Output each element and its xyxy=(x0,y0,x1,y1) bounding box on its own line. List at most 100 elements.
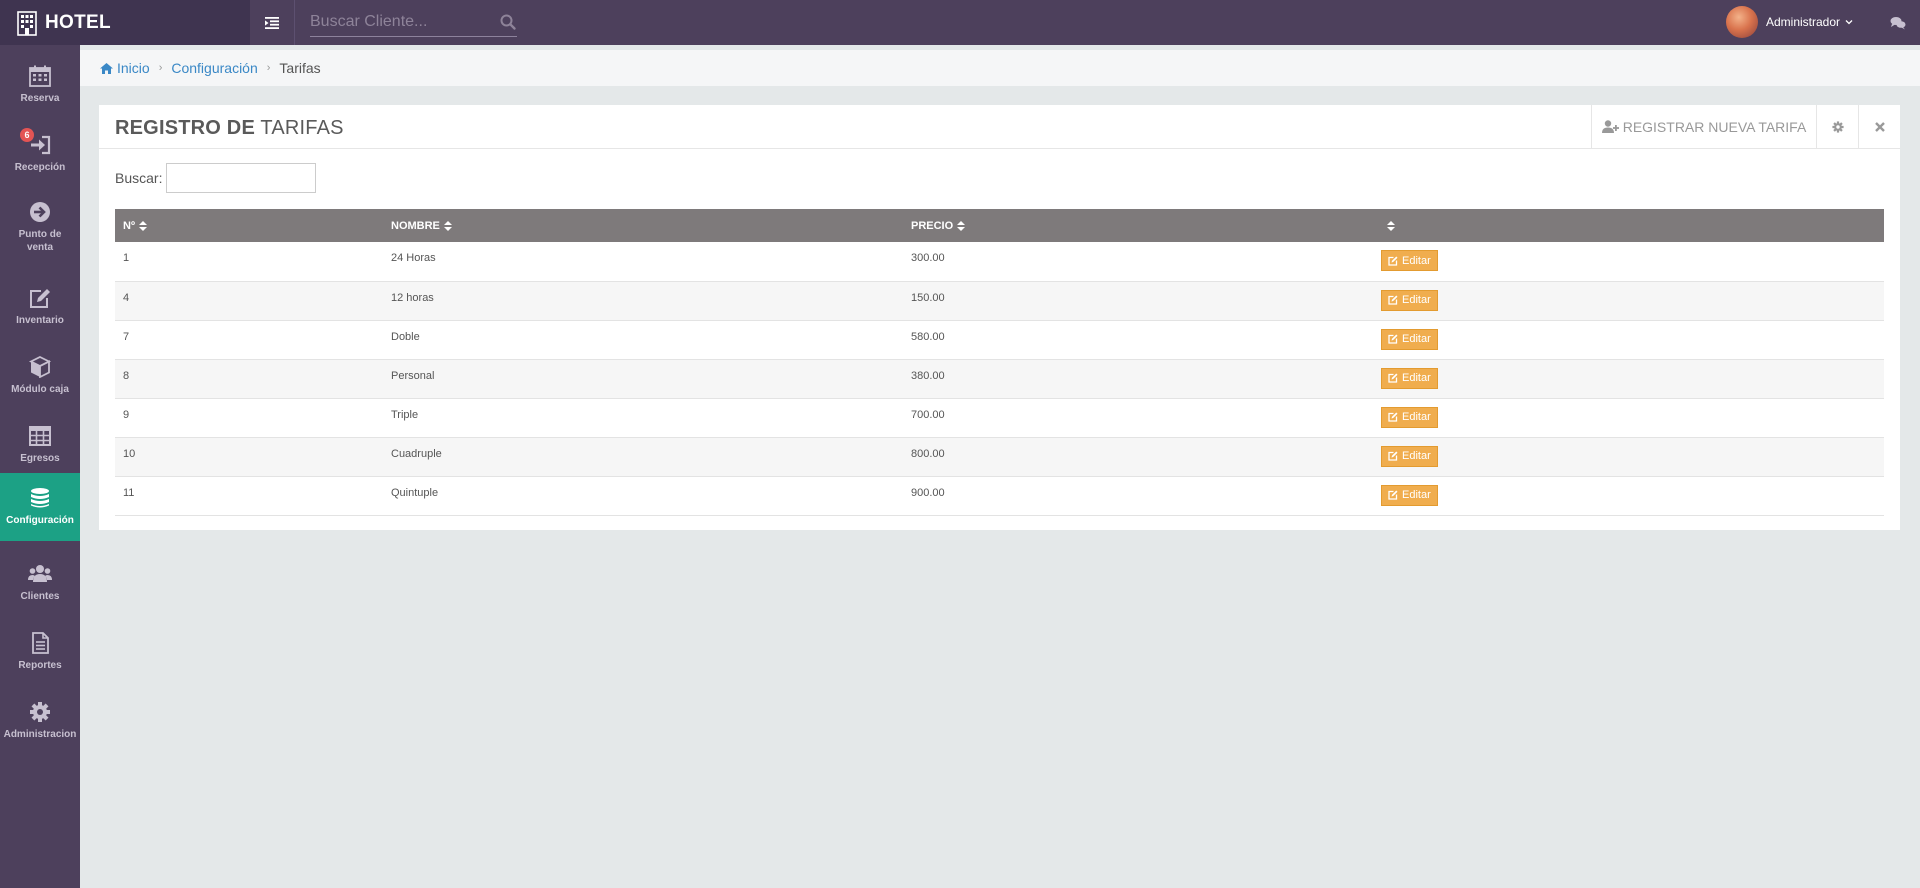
brand[interactable]: HOTEL xyxy=(0,0,250,45)
panel-close-button[interactable] xyxy=(1858,105,1900,148)
table-search-input[interactable] xyxy=(166,163,317,193)
edit-button[interactable]: Editar xyxy=(1381,367,1438,389)
sidebar-item-modulo-caja[interactable]: Módulo caja xyxy=(0,342,80,410)
sidebar-item-label: Configuración xyxy=(6,515,74,526)
sort-icon xyxy=(138,220,147,231)
avatar xyxy=(1726,6,1758,38)
page-title-bold: REGISTRO DE xyxy=(115,117,255,139)
table-row: 11 Quintuple 900.00 Editar xyxy=(115,476,1884,515)
sidebar-item-label: Reportes xyxy=(18,660,62,671)
column-header-precio[interactable]: PRECIO xyxy=(903,209,1375,242)
cell-price: 800.00 xyxy=(911,447,945,460)
sidebar-item-label: Egresos xyxy=(20,453,60,464)
cell-id: 9 xyxy=(123,408,130,421)
file-text-icon xyxy=(32,632,49,654)
table-icon xyxy=(29,426,51,446)
sidebar-item-label: Clientes xyxy=(20,591,60,602)
breadcrumb-home-label: Inicio xyxy=(117,60,150,76)
register-new-rate-button[interactable]: REGISTRAR NUEVA TARIFA xyxy=(1591,105,1816,148)
sidebar-item-clientes[interactable]: Clientes xyxy=(0,549,80,617)
edit-icon xyxy=(1388,412,1398,422)
sidebar-item-configuracion[interactable]: Configuración xyxy=(0,473,80,541)
sidebar-item-egresos[interactable]: Egresos xyxy=(0,411,80,479)
sidebar-item-punto-de-venta[interactable]: Punto de venta xyxy=(0,189,80,265)
edit-button[interactable]: Editar xyxy=(1381,484,1438,506)
cell-id: 7 xyxy=(123,330,130,343)
hotel-building-icon xyxy=(17,10,37,36)
close-icon xyxy=(1874,121,1885,132)
table-row: 1 24 Horas 300.00 Editar xyxy=(115,242,1884,281)
breadcrumb-current: Tarifas xyxy=(279,60,321,76)
user-menu[interactable]: Administrador xyxy=(1726,6,1853,38)
rates-table: Nº NOMBRE PRECIO 1 24 Horas 300.00 Edita… xyxy=(115,209,1884,516)
sidebar-toggle-button[interactable] xyxy=(250,0,295,45)
chat-icon[interactable] xyxy=(1890,16,1906,30)
indent-icon xyxy=(265,16,279,29)
edit-button[interactable]: Editar xyxy=(1381,328,1438,350)
sort-icon xyxy=(1387,220,1395,231)
cell-id: 11 xyxy=(123,486,135,499)
sidebar-item-reserva[interactable]: Reserva xyxy=(0,51,80,119)
edit-icon xyxy=(30,289,50,308)
cell-price: 900.00 xyxy=(911,486,945,499)
column-header-actions[interactable] xyxy=(1375,209,1884,242)
table-row: 10 Cuadruple 800.00 Editar xyxy=(115,437,1884,476)
edit-button[interactable]: Editar xyxy=(1381,250,1438,271)
sidebar-item-inventario[interactable]: Inventario xyxy=(0,273,80,341)
chevron-down-icon xyxy=(1845,20,1853,25)
notification-badge: 6 xyxy=(20,128,34,142)
user-plus-icon xyxy=(1601,120,1619,133)
edit-button[interactable]: Editar xyxy=(1381,289,1438,311)
cell-price: 700.00 xyxy=(911,408,945,421)
cell-name: 24 Horas xyxy=(391,252,436,264)
cube-icon xyxy=(28,356,52,378)
breadcrumb-configuracion-link[interactable]: Configuración xyxy=(171,60,257,76)
cell-price: 580.00 xyxy=(911,330,945,343)
users-icon xyxy=(28,565,52,582)
cell-name: Doble xyxy=(391,330,420,343)
table-row: 4 12 horas 150.00 Editar xyxy=(115,281,1884,320)
arrow-circle-right-icon xyxy=(30,201,50,222)
calendar-icon xyxy=(29,65,51,87)
gear-icon xyxy=(30,702,50,722)
search-icon[interactable] xyxy=(499,13,517,31)
table-row: 7 Doble 580.00 Editar xyxy=(115,320,1884,359)
table-row: 9 Triple 700.00 Editar xyxy=(115,398,1884,437)
cell-price: 380.00 xyxy=(911,369,945,382)
cell-name: Personal xyxy=(391,369,435,382)
tarifas-panel: REGISTRO DE TARIFAS REGISTRAR NUEVA TARI… xyxy=(99,105,1900,530)
cell-id: 8 xyxy=(123,369,130,382)
table-body: 1 24 Horas 300.00 Editar 4 12 horas 150.… xyxy=(115,242,1884,515)
sidebar-item-administracion[interactable]: Administracion xyxy=(0,687,80,755)
client-search-input[interactable] xyxy=(310,8,490,36)
breadcrumb-home-link[interactable]: Inicio xyxy=(100,60,150,76)
sidebar-item-label: Punto de venta xyxy=(18,228,62,253)
sort-icon xyxy=(443,220,452,231)
sidebar-item-recepcion[interactable]: 6 Recepción xyxy=(0,120,80,188)
user-name: Administrador xyxy=(1766,15,1841,29)
client-search xyxy=(310,8,517,37)
column-header-nombre[interactable]: NOMBRE xyxy=(383,209,903,242)
cell-name: Cuadruple xyxy=(391,447,442,460)
database-icon xyxy=(31,488,49,508)
page-title: REGISTRO DE TARIFAS xyxy=(115,117,344,140)
edit-button[interactable]: Editar xyxy=(1381,445,1438,467)
sidebar-item-reportes[interactable]: Reportes xyxy=(0,618,80,686)
breadcrumb: Inicio › Configuración › Tarifas xyxy=(80,50,1920,86)
edit-icon xyxy=(1388,373,1398,383)
sidebar-item-label: Recepción xyxy=(14,162,66,173)
panel-settings-button[interactable] xyxy=(1816,105,1858,148)
cell-name: 12 horas xyxy=(391,291,434,304)
home-icon xyxy=(100,62,113,74)
sidebar-item-label: Reserva xyxy=(20,93,60,104)
edit-button[interactable]: Editar xyxy=(1381,406,1438,428)
table-row: 8 Personal 380.00 Editar xyxy=(115,359,1884,398)
sign-in-icon: 6 xyxy=(20,128,52,156)
cell-id: 10 xyxy=(123,447,136,460)
table-header-row: Nº NOMBRE PRECIO xyxy=(115,209,1884,242)
column-header-numero[interactable]: Nº xyxy=(115,209,383,242)
breadcrumb-separator: › xyxy=(266,62,271,74)
sidebar-item-label: Administracion xyxy=(3,729,77,740)
brand-title: HOTEL xyxy=(45,11,111,33)
breadcrumb-separator: › xyxy=(158,62,163,74)
